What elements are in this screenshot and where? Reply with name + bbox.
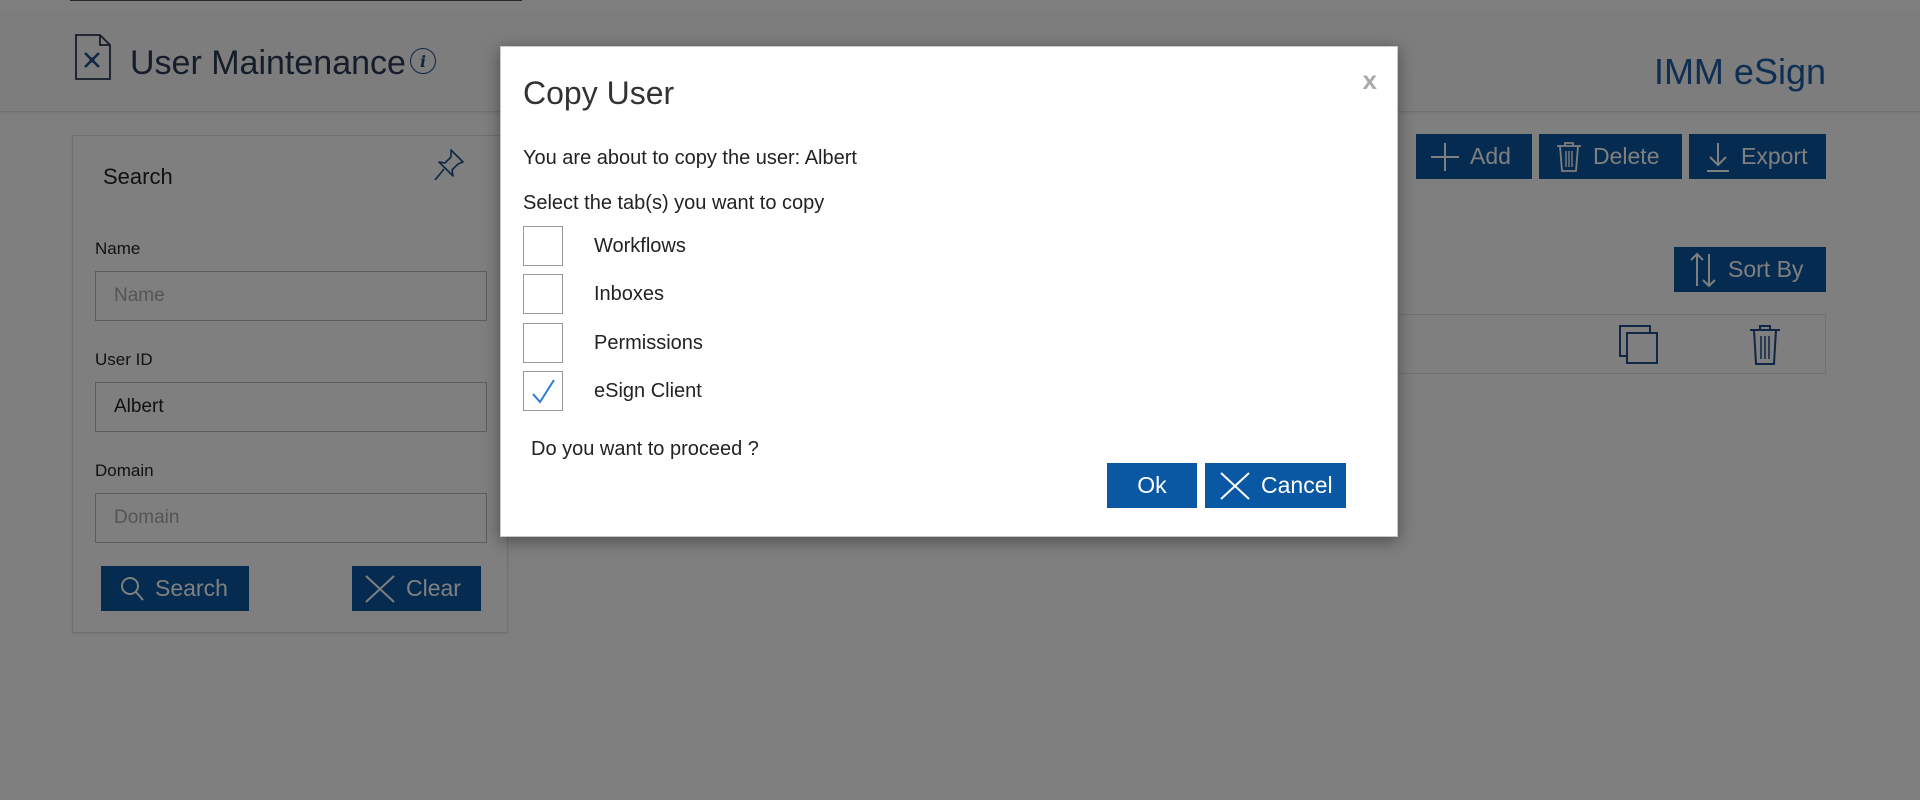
close-icon xyxy=(1220,471,1250,500)
option-inboxes[interactable]: Inboxes xyxy=(523,273,664,315)
option-permissions[interactable]: Permissions xyxy=(523,322,703,364)
cancel-button[interactable]: Cancel xyxy=(1205,463,1346,508)
close-icon[interactable]: x xyxy=(1363,65,1377,96)
option-workflows[interactable]: Workflows xyxy=(523,225,686,267)
option-esign-client-label: eSign Client xyxy=(594,379,702,402)
checkbox-permissions[interactable] xyxy=(523,323,563,363)
option-esign-client[interactable]: eSign Client xyxy=(523,370,702,412)
cancel-button-label: Cancel xyxy=(1261,472,1333,498)
dialog-message: You are about to copy the user: Albert xyxy=(523,147,857,169)
dialog-question: Do you want to proceed ? xyxy=(531,438,759,460)
dialog-select-prompt: Select the tab(s) you want to copy xyxy=(523,192,825,214)
ok-button[interactable]: Ok xyxy=(1107,463,1197,508)
option-workflows-label: Workflows xyxy=(594,234,686,257)
checkbox-esign-client[interactable] xyxy=(523,371,563,411)
checkmark-icon xyxy=(532,379,555,404)
checkbox-inboxes[interactable] xyxy=(523,274,563,314)
ok-button-label: Ok xyxy=(1137,472,1167,498)
option-permissions-label: Permissions xyxy=(594,331,703,354)
dialog-title: Copy User xyxy=(523,75,675,111)
checkbox-workflows[interactable] xyxy=(523,226,563,266)
option-inboxes-label: Inboxes xyxy=(594,282,665,305)
copy-user-dialog: Copy User x You are about to copy the us… xyxy=(500,46,1398,537)
